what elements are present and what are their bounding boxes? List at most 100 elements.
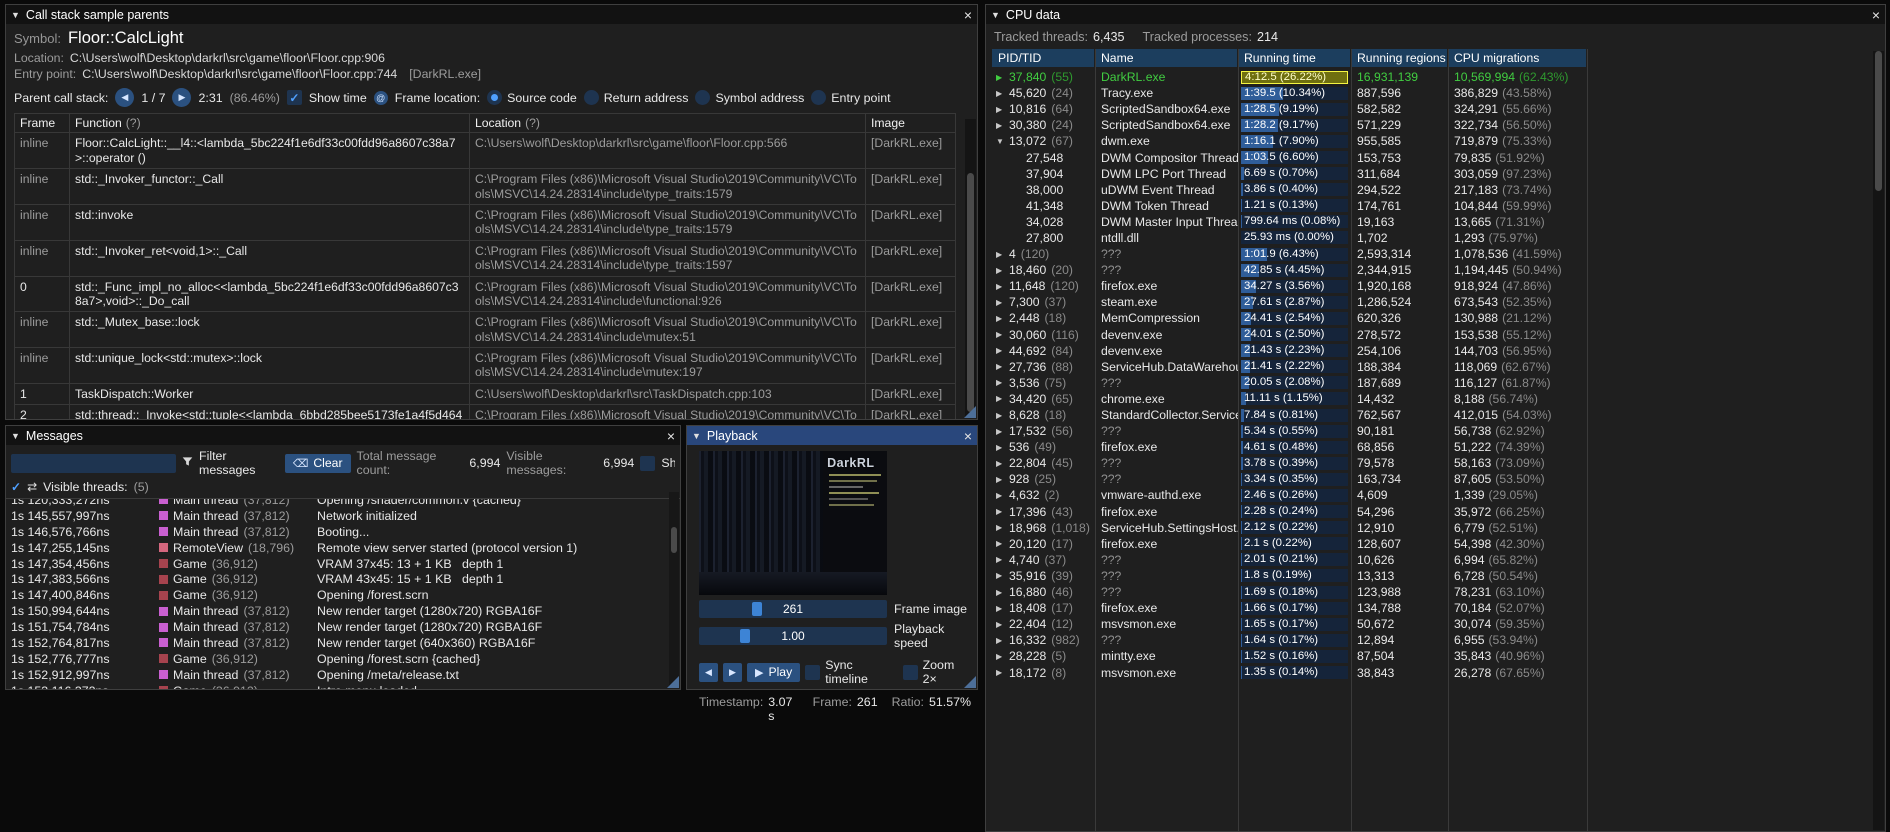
table-row[interactable]: 1 TaskDispatch::Worker C:\Users\wolf\Deskt…	[14, 382, 956, 406]
show-time-checkbox[interactable]: ✓	[286, 90, 302, 105]
chevron-right-icon[interactable]: ▶	[996, 668, 1009, 677]
table-row[interactable]: ▶ 18,408 (17) firefox.exe 1.66 s (0.17%) 134,…	[992, 600, 1885, 616]
column-header-running-time[interactable]: Running time	[1238, 49, 1350, 67]
chevron-right-icon[interactable]: ▶	[996, 507, 1009, 516]
list-item[interactable]: 1s 152,764,817ns Main thread (37,812) New r…	[11, 635, 680, 651]
table-row[interactable]: ▶ 20,120 (17) firefox.exe 2.1 s (0.22%) 128,6…	[992, 536, 1885, 552]
column-header-location[interactable]: Location (?)	[469, 112, 866, 134]
chevron-right-icon[interactable]: ▶	[996, 89, 1009, 98]
vertical-scrollbar[interactable]	[669, 492, 679, 688]
list-item[interactable]: 1s 152,912,997ns Main thread (37,812) Openi…	[11, 667, 680, 683]
chevron-right-icon[interactable]: ▶	[996, 73, 1009, 82]
list-item[interactable]: 1s 146,576,766ns Main thread (37,812) Booti…	[11, 524, 680, 540]
table-row[interactable]: ▶ 30,060 (116) devenv.exe 24.01 s (2.50%) 278…	[992, 327, 1885, 343]
scrollbar-thumb[interactable]	[967, 172, 974, 412]
close-icon[interactable]: ×	[667, 429, 675, 443]
table-row[interactable]: ▶18,968 (1,018) ServiceHub.SettingsHost.ex…	[992, 520, 1885, 536]
table-row[interactable]: ▶ 37,840 (55) DarkRL.exe 4:12.5 (26.22%) 16,9…	[992, 69, 1885, 85]
list-item[interactable]: 1s 151,754,784ns Main thread (37,812) New r…	[11, 619, 680, 635]
table-row[interactable]: ▶ 2,448 (18) MemCompression 24.41 s (2.54%) 6…	[992, 310, 1885, 326]
chevron-right-icon[interactable]: ▶	[996, 298, 1009, 307]
frame-slider[interactable]: 261	[699, 600, 887, 618]
chevron-right-icon[interactable]: ▶	[996, 636, 1009, 645]
table-row[interactable]: inline std::invoke C:\Program Files (x86)\…	[14, 203, 956, 241]
column-header-running-regions[interactable]: Running regions	[1351, 49, 1447, 67]
chevron-right-icon[interactable]: ▶	[996, 105, 1009, 114]
table-row[interactable]: 27,800 ntdll.dll 25.93 ms (0.00%) 1,702 1,29…	[992, 230, 1885, 246]
list-item[interactable]: 1s 120,333,272ns Main thread (37,812) Openi…	[11, 499, 680, 508]
table-row[interactable]: inline std::_Invoker_ret<void,1>::_Call C:…	[14, 239, 956, 277]
collapse-arrow-icon[interactable]: ▼	[692, 431, 701, 441]
table-row[interactable]: 37,904 DWM LPC Port Thread 6.69 s (0.70%) 3…	[992, 166, 1885, 182]
chevron-right-icon[interactable]: ▶	[996, 411, 1009, 420]
next-callstack-button[interactable]: ▶	[172, 88, 192, 107]
chevron-right-icon[interactable]: ▶	[996, 571, 1009, 580]
shuffle-icon[interactable]: ⇄	[27, 480, 37, 494]
table-row[interactable]: ▶ 16,332 (982)??? 1.64 s (0.17%) 12,894 6,955…	[992, 632, 1885, 648]
resize-grip[interactable]	[667, 676, 679, 688]
table-row[interactable]: inline std::_Mutex_base::lock C:\Program F…	[14, 311, 956, 349]
prev-frame-button[interactable]: ◀	[699, 662, 718, 682]
table-row[interactable]: inline std::unique_lock<std::mutex>::lock…	[14, 347, 956, 384]
chevron-right-icon[interactable]: ▶	[996, 539, 1009, 548]
chevron-right-icon[interactable]: ▶	[996, 443, 1009, 452]
table-row[interactable]: inline Floor::CalcLight::__l4::<lambda_5b…	[14, 132, 956, 170]
table-row[interactable]: ▶8,628 (18) StandardCollector.Service.exe 7…	[992, 407, 1885, 423]
table-row[interactable]: ▶ 536 (49) firefox.exe 4.61 s (0.48%) 68,856 5…	[992, 439, 1885, 455]
chevron-right-icon[interactable]: ▶	[996, 121, 1009, 130]
list-item[interactable]: 1s 150,994,644ns Main thread (37,812) New r…	[11, 603, 680, 619]
list-item[interactable]: 1s 145,557,997ns Main thread (37,812) Netwo…	[11, 508, 680, 524]
table-row[interactable]: ▶ 4,740 (37)??? 2.01 s (0.21%) 10,626 6,994 (6…	[992, 552, 1885, 568]
table-row[interactable]: 38,000 uDWM Event Thread 3.86 s (0.40%) 294…	[992, 182, 1885, 198]
next-frame-button[interactable]: ▶	[723, 662, 742, 682]
table-row[interactable]: ▶ 10,816 (64) ScriptedSandbox64.exe 1:28.5 (…	[992, 101, 1885, 117]
table-row[interactable]: ▶ 28,228 (5) mintty.exe 1.52 s (0.16%) 87,504…	[992, 648, 1885, 664]
chevron-right-icon[interactable]: ▶	[996, 523, 1009, 532]
resize-grip[interactable]	[964, 676, 976, 688]
column-header-pid-tid[interactable]: PID/TID	[992, 49, 1094, 67]
table-row[interactable]: 41,348 DWM Token Thread 1.21 s (0.13%) 174,…	[992, 198, 1885, 214]
list-item[interactable]: 1s 147,255,145ns RemoteView (18,796) Remote…	[11, 540, 680, 556]
chevron-right-icon[interactable]: ▶	[996, 491, 1009, 500]
table-row[interactable]: ▶ 7,300 (37) steam.exe 27.61 s (2.87%) 1,286,…	[992, 294, 1885, 310]
chevron-right-icon[interactable]: ▶	[996, 459, 1009, 468]
list-item[interactable]: 1s 153,116,372ns Game (36,912) Intro menu l…	[11, 683, 680, 689]
table-row[interactable]: 2 std::thread::_Invoke<std::tuple<<lambda…	[14, 404, 956, 419]
table-row[interactable]: ▶ 35,916 (39)??? 1.8 s (0.19%) 13,313 6,728 (5…	[992, 568, 1885, 584]
table-row[interactable]: ▶ 4 (120)??? 1:01.9 (6.43%) 2,593,314 1,078,5…	[992, 246, 1885, 262]
table-row[interactable]: ▶ 34,420 (65) chrome.exe 11.11 s (1.15%) 14,4…	[992, 391, 1885, 407]
prev-callstack-button[interactable]: ◀	[115, 88, 135, 107]
column-header-name[interactable]: Name	[1095, 49, 1237, 67]
table-row[interactable]: ▶ 4,632 (2) vmware-authd.exe 2.46 s (0.26%) 4…	[992, 487, 1885, 503]
table-row[interactable]: 27,548 DWM Compositor Thread 1:03.5 (6.60%…	[992, 149, 1885, 165]
scrollbar-thumb[interactable]	[1875, 51, 1882, 192]
visible-threads-label[interactable]: Visible threads:	[43, 480, 128, 494]
filter-input[interactable]	[11, 453, 176, 473]
table-row[interactable]: ▶ 44,692 (84) devenv.exe 21.43 s (2.23%) 254,…	[992, 343, 1885, 359]
list-item[interactable]: 1s 152,776,777ns Game (36,912) Opening /for…	[11, 651, 680, 667]
column-header-function[interactable]: Function (?)	[69, 112, 470, 134]
table-row[interactable]: ▶ 30,380 (24) ScriptedSandbox64.exe 1:28.2 (…	[992, 117, 1885, 133]
chevron-right-icon[interactable]: ▶	[996, 346, 1009, 355]
collapse-arrow-icon[interactable]: ▼	[11, 10, 20, 20]
column-header-image[interactable]: Image	[865, 112, 956, 134]
table-row[interactable]: 34,028 DWM Master Input Thread 799.64 ms (…	[992, 214, 1885, 230]
help-hint[interactable]: (?)	[525, 116, 540, 130]
chevron-right-icon[interactable]: ▶	[996, 604, 1009, 613]
chevron-right-icon[interactable]: ▶	[996, 282, 1009, 291]
table-row[interactable]: ▶ 17,532 (56)??? 5.34 s (0.55%) 90,181 56,738…	[992, 423, 1885, 439]
collapse-arrow-icon[interactable]: ▼	[991, 10, 1000, 20]
chevron-right-icon[interactable]: ▶	[996, 427, 1009, 436]
chevron-right-icon[interactable]: ▶	[996, 620, 1009, 629]
help-hint[interactable]: (?)	[126, 116, 141, 130]
table-row[interactable]: ▶ 45,620 (24) Tracy.exe 1:39.5 (10.34%) 887,5…	[992, 85, 1885, 101]
chevron-right-icon[interactable]: ▶	[996, 555, 1009, 564]
close-icon[interactable]: ×	[964, 8, 972, 22]
table-row[interactable]: ▶ 928 (25)??? 3.34 s (0.35%) 163,734 87,605 (5…	[992, 471, 1885, 487]
table-row[interactable]: ▶ 16,880 (46)??? 1.69 s (0.18%) 123,988 78,23…	[992, 584, 1885, 600]
radio-entry-point[interactable]: Entry point	[811, 90, 891, 105]
table-row[interactable]: ▼ 13,072 (67) dwm.exe 1:16.1 (7.90%) 955,585 7…	[992, 133, 1885, 149]
list-item[interactable]: 1s 147,383,566ns Game (36,912) VRAM 43x45: …	[11, 571, 680, 587]
vertical-scrollbar[interactable]	[1873, 51, 1884, 830]
close-icon[interactable]: ×	[1872, 8, 1880, 22]
